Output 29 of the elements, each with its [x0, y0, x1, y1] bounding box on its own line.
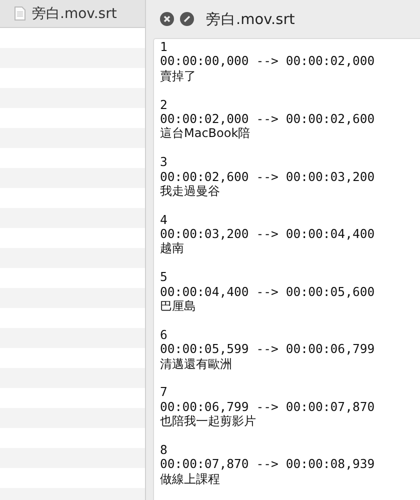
subtitle-text: 我走過曼谷 — [160, 184, 221, 198]
close-icon[interactable] — [160, 12, 174, 26]
subtitle-timecode: 00:00:02,000 --> 00:00:02,600 — [160, 112, 376, 126]
subtitle-index: 1 — [160, 40, 168, 54]
subtitle-text: 也陪我一起剪影片 — [160, 414, 257, 429]
subtitle-timecode: 00:00:03,200 --> 00:00:04,400 — [160, 227, 376, 242]
window-title: 旁白.mov.srt — [206, 10, 295, 28]
subtitle-index: 2 — [160, 98, 168, 112]
subtitle-index: 8 — [160, 442, 168, 458]
stop-icon[interactable] — [180, 12, 194, 26]
subtitle-timecode: 00:00:04,400 --> 00:00:05,600 — [160, 284, 376, 300]
subtitle-index: 5 — [160, 270, 168, 285]
subtitle-timecode: 00:00:07,870 --> 00:00:08,939 — [160, 457, 376, 472]
subtitle-index: 4 — [160, 212, 168, 228]
subtitle-text: 做線上課程 — [160, 472, 221, 486]
subtitle-text: 賣掉了 — [160, 68, 197, 84]
document-icon — [14, 6, 26, 21]
subtitle-text: 清邁還有歐洲 — [160, 356, 233, 371]
subtitle-text: 越南 — [160, 241, 185, 256]
file-name: 旁白.mov.srt — [32, 4, 117, 22]
subtitle-timecode: 00:00:05,599 --> 00:00:06,799 — [160, 342, 376, 357]
subtitle-timecode: 00:00:06,799 --> 00:00:07,870 — [160, 400, 376, 414]
subtitle-text: 這台MacBook陪 — [160, 126, 252, 141]
subtitle-index: 7 — [160, 385, 168, 400]
subtitle-timecode: 00:00:02,600 --> 00:00:03,200 — [160, 170, 376, 184]
subtitle-index: 6 — [160, 328, 168, 342]
subtitle-index: 3 — [160, 155, 168, 170]
subtitle-text: 巴厘島 — [160, 299, 197, 314]
subtitle-timecode: 00:00:00,000 --> 00:00:02,000 — [160, 54, 376, 69]
